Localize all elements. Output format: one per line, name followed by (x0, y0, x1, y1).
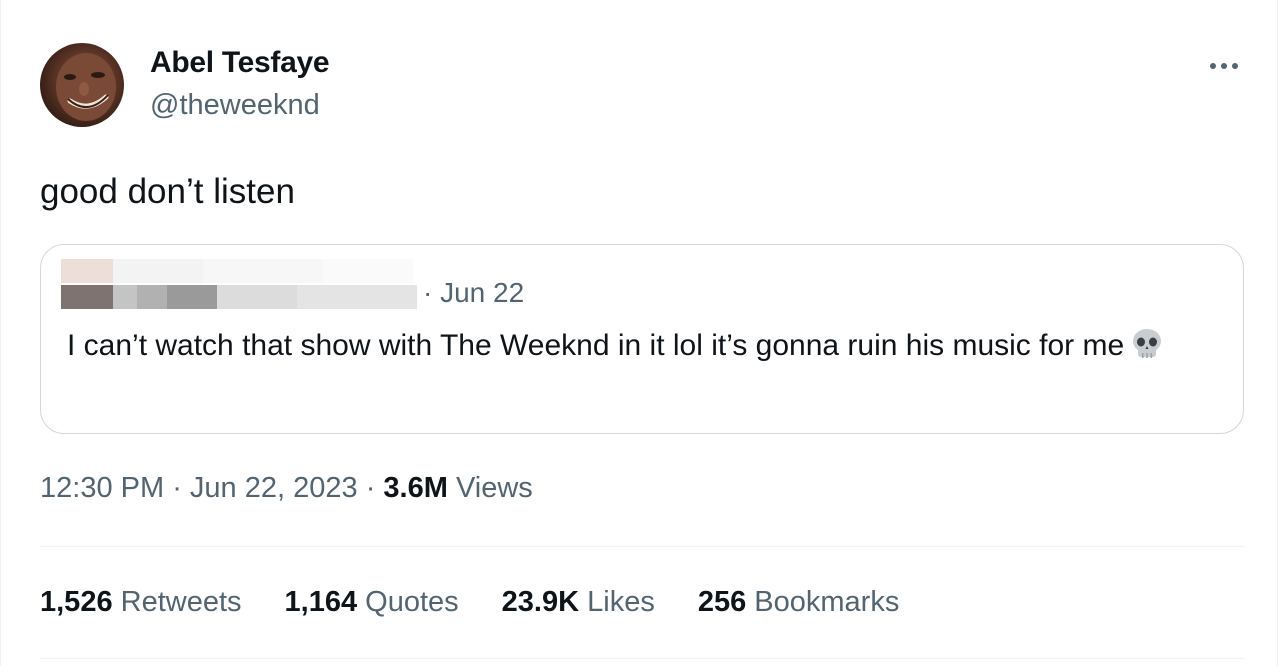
divider (40, 546, 1245, 547)
stat-likes[interactable]: 23.9K Likes (502, 586, 655, 619)
tweet-time[interactable]: 12:30 PM (40, 472, 164, 504)
views-count: 3.6M (383, 472, 448, 504)
tweet-date[interactable]: Jun 22, 2023 (190, 472, 358, 504)
quoted-tweet-card[interactable]: · Jun 22 I can’t watch that show with Th… (40, 244, 1244, 434)
stat-bookmarks[interactable]: 256 Bookmarks (698, 586, 900, 619)
divider (40, 658, 1245, 659)
quoted-author-redacted (61, 259, 421, 311)
quoted-tweet-text: I can’t watch that show with The Weeknd … (67, 325, 1217, 367)
author-handle[interactable]: @theweeknd (150, 89, 320, 122)
tweet-text: good don’t listen (40, 172, 295, 211)
avatar[interactable] (40, 43, 124, 127)
more-options-icon[interactable] (1204, 56, 1244, 76)
author-display-name[interactable]: Abel Tesfaye (150, 46, 330, 80)
tweet-meta: 12:30 PM · Jun 22, 2023 · 3.6M Views (40, 472, 533, 504)
engagement-stats: 1,526 Retweets 1,164 Quotes 23.9K Likes … (40, 586, 899, 619)
quoted-tweet-date[interactable]: · Jun 22 (423, 277, 524, 309)
tweet-detail: Abel Tesfaye @theweeknd good don’t liste… (0, 0, 1278, 666)
views-label: Views (455, 472, 533, 504)
skull-icon (1130, 327, 1164, 361)
stat-retweets[interactable]: 1,526 Retweets (40, 586, 242, 619)
stat-quotes[interactable]: 1,164 Quotes (285, 586, 459, 619)
